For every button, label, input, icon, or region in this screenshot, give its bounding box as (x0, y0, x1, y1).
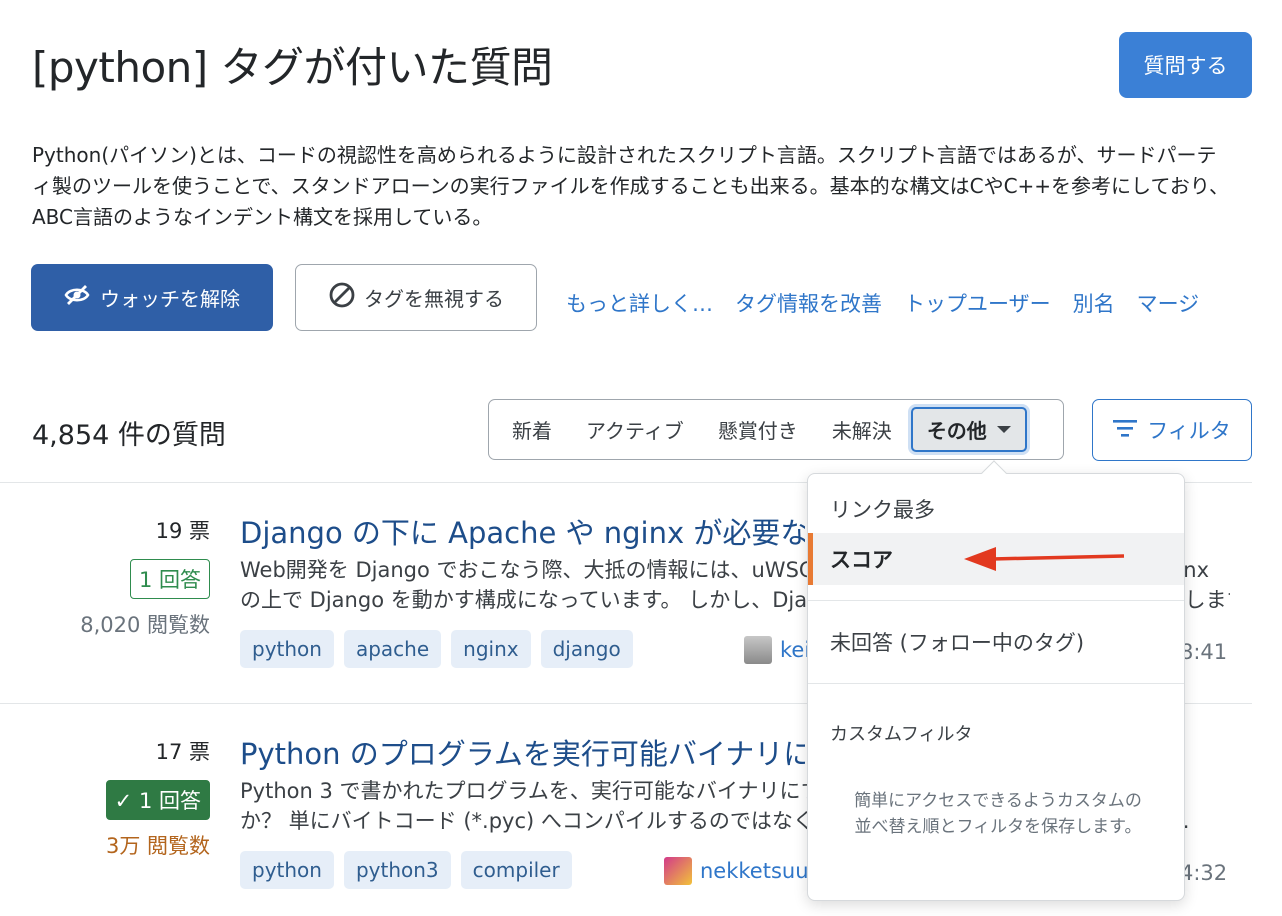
sort-tab-bountied[interactable]: 懸賞付き (701, 415, 815, 444)
avatar[interactable] (744, 636, 772, 664)
sort-tab-active[interactable]: アクティブ (569, 415, 701, 444)
sort-tabs: 新着 アクティブ 懸賞付き 未解決 その他 (488, 399, 1064, 460)
filter-icon (1113, 418, 1138, 443)
annotation-arrow-icon (962, 543, 1127, 579)
synonyms-link[interactable]: 別名 (1073, 288, 1115, 318)
page-title: [python] タグが付いた質問 (32, 43, 553, 92)
tag-nginx[interactable]: nginx (451, 630, 531, 668)
tag-info-links: もっと詳しく… タグ情報を改善 トップユーザー 別名 マージ (566, 288, 1221, 318)
check-icon: ✓ (114, 789, 133, 813)
question-timestamp: 4:32 (1180, 861, 1228, 885)
accepted-answer-badge: ✓ 1 回答 (105, 780, 210, 820)
question-timestamp: 8:41 (1180, 640, 1228, 664)
question-author: nekketsuuu (664, 857, 822, 885)
unwatch-label: ウォッチを解除 (100, 287, 240, 311)
author-name-link[interactable]: nekketsuuu (700, 859, 822, 883)
view-count: 3万 閲覧数 (105, 834, 210, 858)
eye-off-icon (64, 284, 90, 311)
tag-django[interactable]: django (540, 630, 633, 668)
question-title-link[interactable]: Python のプログラムを実行可能バイナリにする方法 (240, 731, 805, 773)
menu-item-most-linked[interactable]: リンク最多 (808, 494, 1184, 524)
menu-divider (808, 600, 1184, 601)
tag-description: Python(パイソン)とは、コードの視認性を高められるように設計されたスクリプ… (32, 143, 1230, 229)
ask-question-button[interactable]: 質問する (1119, 32, 1252, 98)
tag-python[interactable]: python (240, 630, 334, 668)
merge-link[interactable]: マージ (1137, 288, 1200, 318)
view-count: 8,020 閲覧数 (80, 613, 210, 637)
sort-more-dropdown[interactable]: その他 (910, 407, 1027, 452)
tag-python[interactable]: python (240, 851, 334, 889)
vote-count: 19 票 (155, 519, 210, 543)
author-name-link[interactable]: kei (780, 638, 810, 662)
sort-tab-newest[interactable]: 新着 (495, 415, 569, 444)
ignore-tag-button[interactable]: タグを無視する (295, 264, 537, 331)
answer-count: 1 回答 (138, 789, 201, 813)
custom-filters-heading: カスタムフィルタ (830, 724, 973, 745)
vote-count: 17 票 (155, 740, 210, 764)
avatar[interactable] (664, 857, 692, 885)
tag-compiler[interactable]: compiler (460, 851, 572, 889)
block-icon (328, 281, 356, 314)
top-users-link[interactable]: トップユーザー (904, 288, 1051, 318)
question-stats: 19 票 1 回答 8,020 閲覧数 (30, 515, 210, 639)
ignore-label: タグを無視する (364, 287, 504, 311)
question-count: 4,854 件の質問 (32, 420, 226, 451)
learn-more-link[interactable]: もっと詳しく… (566, 288, 713, 318)
sort-tab-unanswered[interactable]: 未解決 (815, 415, 909, 444)
tag-python3[interactable]: python3 (343, 851, 451, 889)
question-tags: python apache nginx django (240, 630, 633, 668)
menu-item-unanswered-watched[interactable]: 未回答 (フォロー中のタグ) (808, 627, 1184, 657)
filter-label: フィルタ (1147, 419, 1231, 443)
question-tags: python python3 compiler (240, 851, 572, 889)
unwatch-button[interactable]: ウォッチを解除 (31, 264, 273, 331)
custom-filters-note: 簡単にアクセスできるようカスタムの並べ替え順とフィルタを保存します。 (854, 791, 1142, 837)
filter-button[interactable]: フィルタ (1092, 399, 1252, 461)
question-stats: 17 票 ✓ 1 回答 3万 閲覧数 (30, 736, 210, 860)
caret-down-icon (996, 426, 1011, 433)
sort-more-menu: リンク最多 スコア 未回答 (フォロー中のタグ) カスタムフィルタ 簡単にアクセ… (807, 473, 1185, 901)
improve-tag-info-link[interactable]: タグ情報を改善 (735, 288, 882, 318)
sort-more-label: その他 (926, 419, 987, 443)
menu-divider (808, 683, 1184, 684)
question-author: kei (744, 636, 810, 664)
tag-apache[interactable]: apache (343, 630, 442, 668)
question-title-link[interactable]: Django の下に Apache や nginx が必要なのはなぜ (240, 510, 805, 552)
answer-count-badge: 1 回答 (129, 559, 210, 599)
